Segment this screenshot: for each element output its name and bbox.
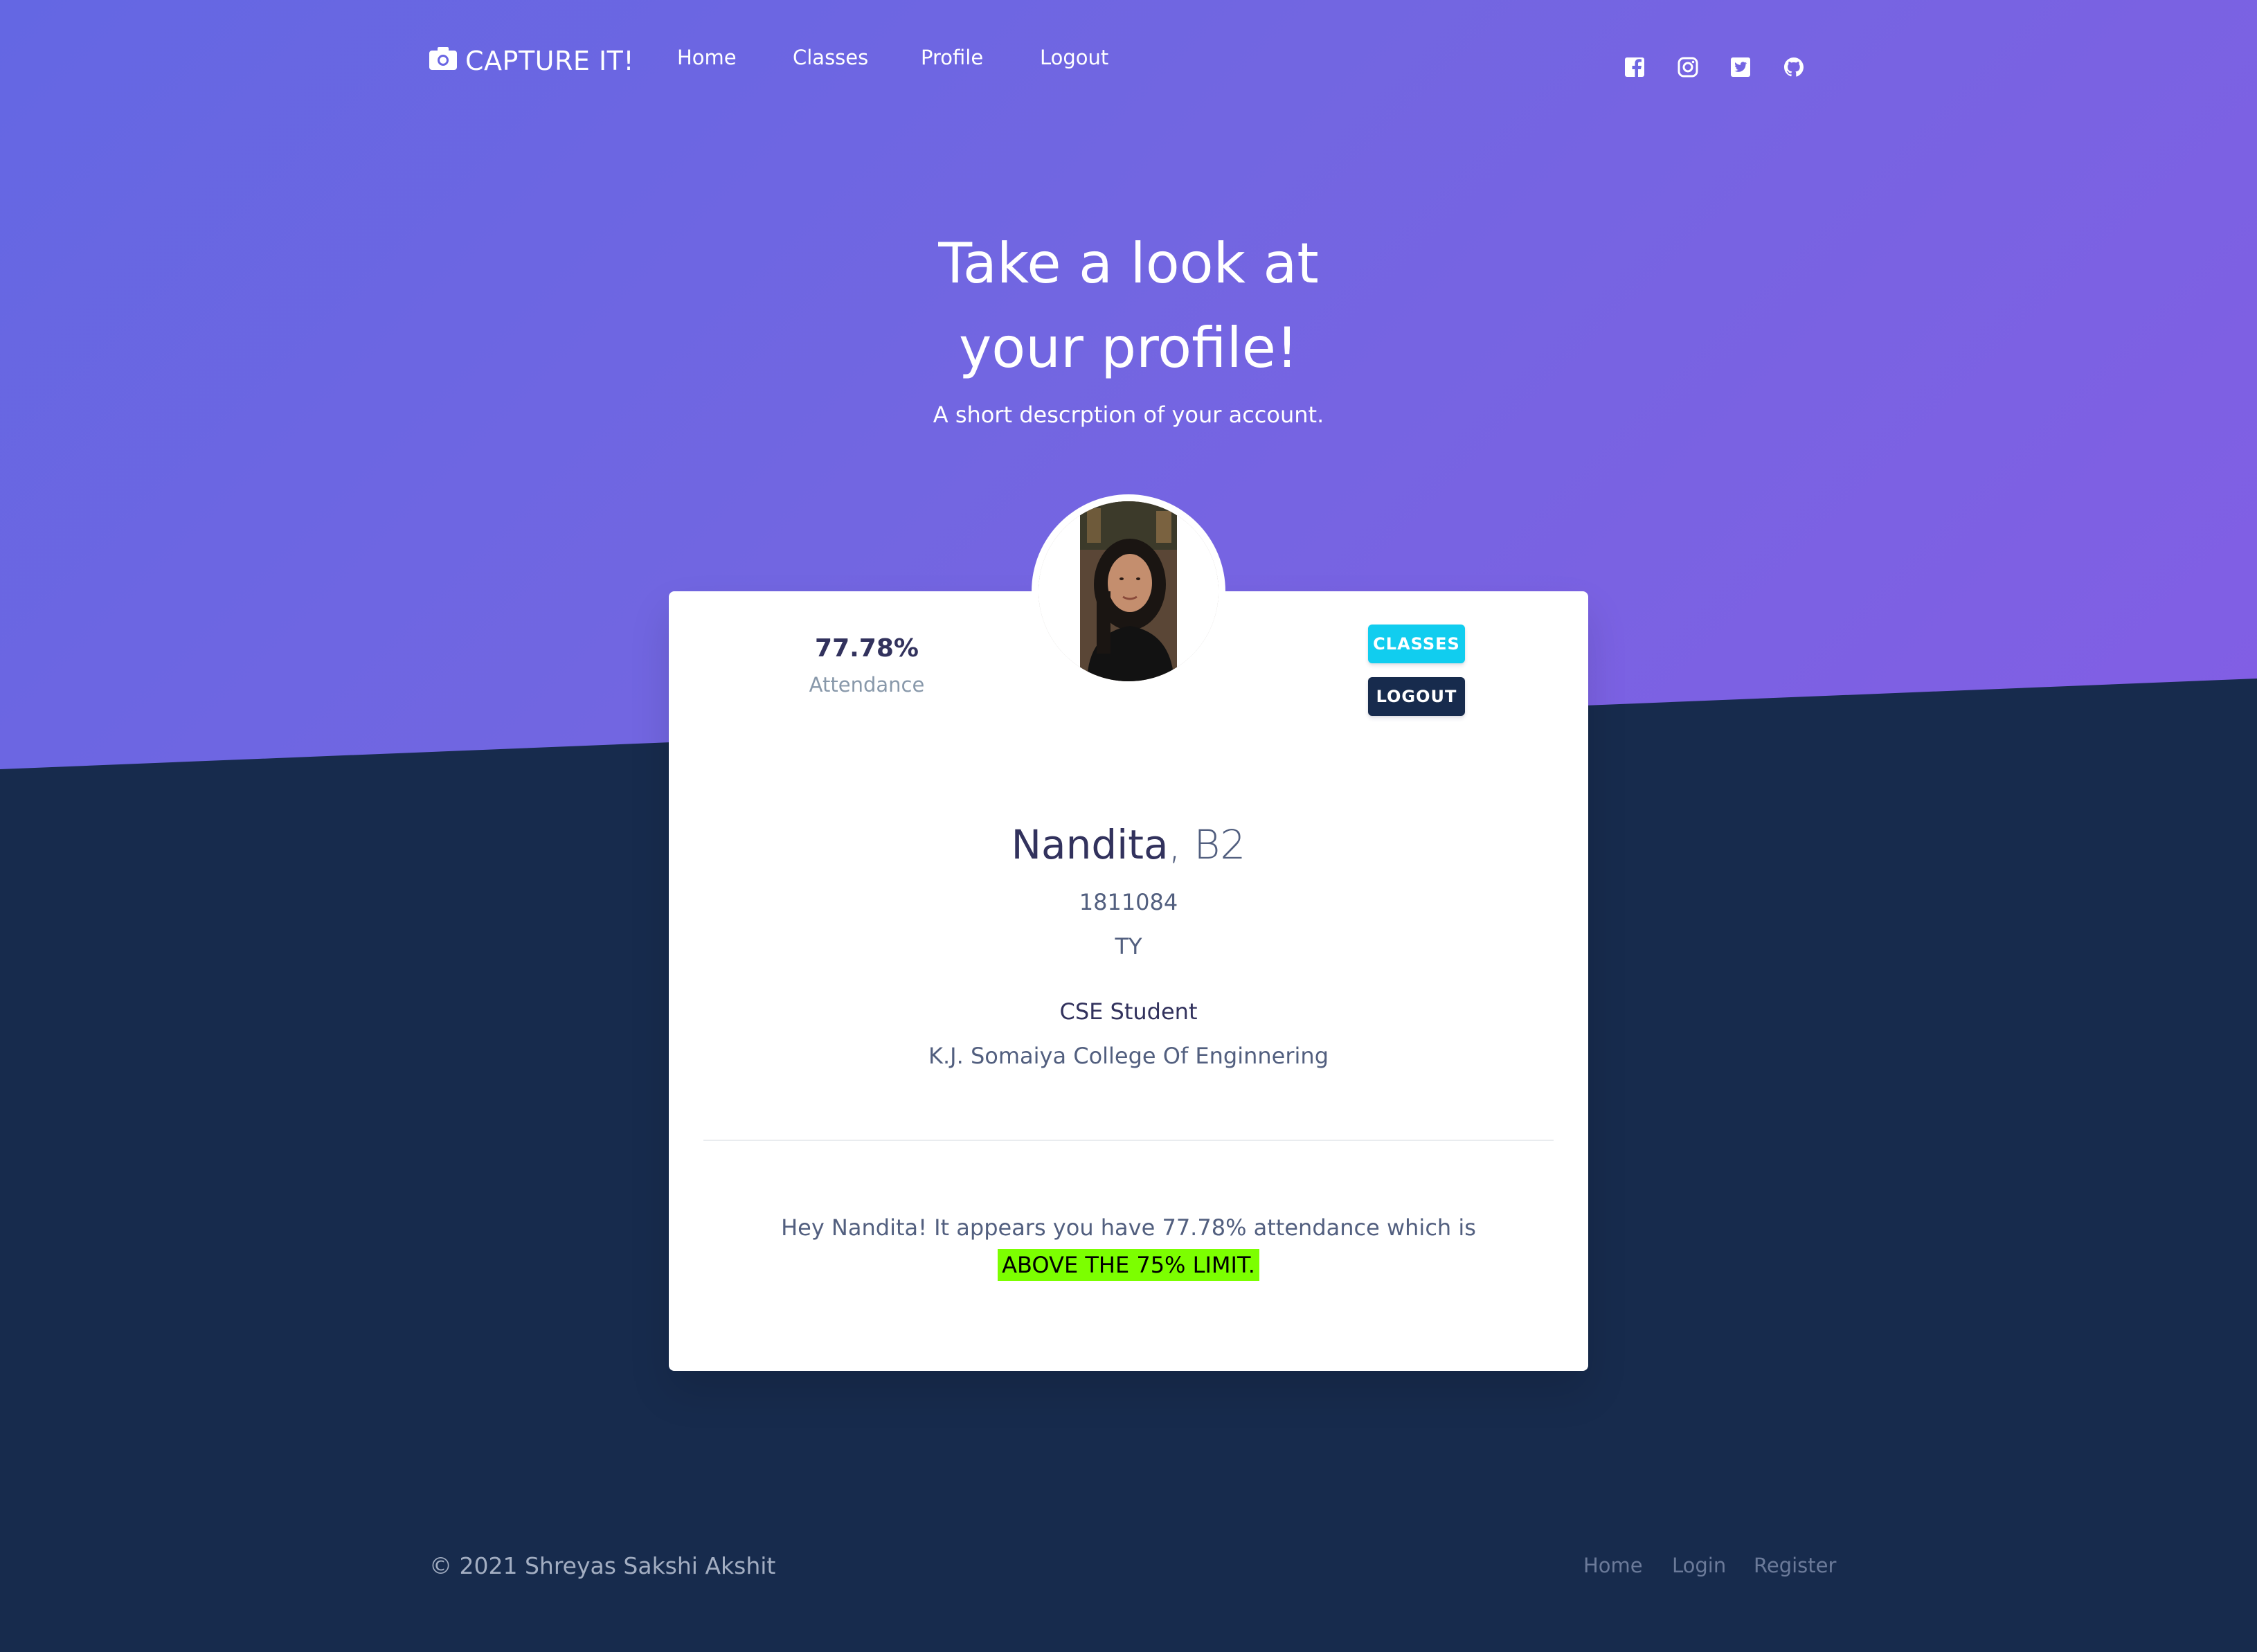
card-divider (703, 1140, 1554, 1141)
github-icon[interactable] (1782, 55, 1806, 79)
twitter-icon[interactable] (1729, 55, 1752, 79)
nav-home[interactable]: Home (677, 46, 737, 69)
name-separator: , (1168, 821, 1181, 868)
profile-name: Nandita, B2 (669, 821, 1588, 868)
attendance-message: Hey Nandita! It appears you have 77.78% … (773, 1209, 1484, 1284)
nav-classes[interactable]: Classes (793, 46, 868, 69)
instagram-icon[interactable] (1676, 55, 1700, 79)
nav-profile[interactable]: Profile (921, 46, 983, 69)
attendance-status-highlight: ABOVE THE 75% LIMIT. (998, 1249, 1259, 1281)
student-division: B2 (1181, 821, 1246, 868)
hero-title: Take a look at your profile! (782, 222, 1475, 390)
page: CAPTURE IT! Home Classes Profile Logout … (0, 0, 2257, 1652)
brand-name: CAPTURE IT! (465, 46, 635, 76)
camera-icon (429, 46, 457, 76)
facebook-icon[interactable] (1623, 55, 1646, 79)
avatar (1038, 501, 1219, 681)
college: K.J. Somaiya College Of Enginnering (928, 1043, 1329, 1069)
role: CSE Student (1059, 998, 1198, 1025)
classes-button[interactable]: CLASSES (1368, 625, 1465, 663)
hero-subtitle: A short descrption of your account. (933, 402, 1324, 428)
roll-number: 1811084 (1079, 889, 1178, 915)
hero-title-line-2: your profile! (958, 316, 1299, 380)
footer-login-link[interactable]: Login (1672, 1554, 1726, 1577)
footer-home-link[interactable]: Home (1583, 1554, 1643, 1577)
logout-button[interactable]: LOGOUT (1368, 677, 1465, 716)
copyright: © 2021 Shreyas Sakshi Akshit (429, 1552, 776, 1579)
brand-logo[interactable]: CAPTURE IT! (429, 43, 634, 79)
hero-title-line-1: Take a look at (938, 231, 1319, 296)
attendance-message-text: Hey Nandita! It appears you have 77.78% … (781, 1214, 1476, 1241)
nav-logout[interactable]: Logout (1040, 46, 1108, 69)
attendance-value: 77.78% (815, 634, 919, 663)
attendance-label: Attendance (809, 673, 925, 697)
year: TY (1115, 933, 1142, 960)
student-name: Nandita (1011, 821, 1169, 868)
footer-register-link[interactable]: Register (1754, 1554, 1836, 1577)
